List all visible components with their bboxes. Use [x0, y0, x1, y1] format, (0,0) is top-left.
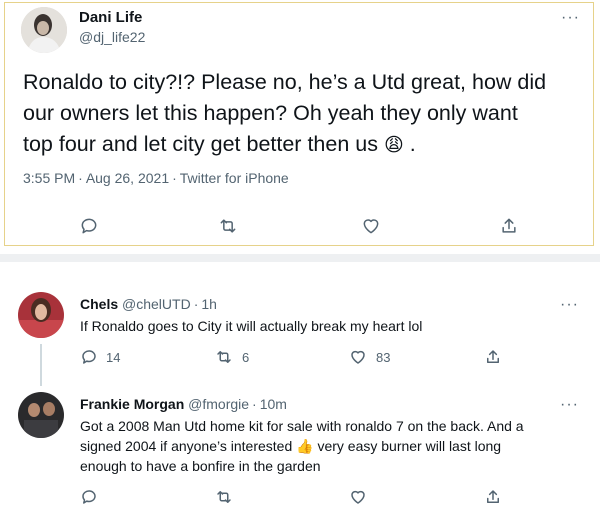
like-button[interactable]: [348, 488, 368, 506]
tweet-text-line-last: top four and let city get better then us…: [23, 129, 583, 161]
thread-line: [40, 344, 42, 386]
tweet-text-line: our owners let this happen? Oh yeah they…: [23, 101, 518, 125]
meta-separator: ·: [193, 296, 199, 312]
meta-separator: ·: [78, 170, 83, 186]
reply-time[interactable]: 10m: [260, 396, 287, 412]
reply-text-line: Got a 2008 Man Utd home kit for sale wit…: [80, 418, 524, 434]
reply-author-row: Frankie Morgan @fmorgie · 10m: [80, 396, 287, 412]
like-icon: [363, 219, 379, 234]
tweet-text-line: top four and let city get better then us: [23, 132, 378, 156]
reply-button[interactable]: [79, 216, 99, 236]
author-handle[interactable]: @dj_life22: [79, 29, 145, 45]
more-options-icon[interactable]: ···: [560, 397, 579, 413]
reply-text-part: very easy burner will last long: [317, 438, 502, 454]
main-tweet: Dani Life @dj_life22 ··· Ronaldo to city…: [4, 2, 594, 246]
reply-time[interactable]: 1h: [201, 296, 217, 312]
reply-author-row: Chels @chelUTD · 1h: [80, 296, 217, 312]
reply-text-part: signed 2004 if anyone’s interested: [80, 438, 293, 454]
reply-icon: [82, 490, 96, 504]
tweet-date[interactable]: Aug 26, 2021: [86, 170, 169, 186]
tweet-text: Ronaldo to city?!? Please no, he’s a Utd…: [23, 67, 583, 161]
retweet-button[interactable]: 6: [214, 348, 249, 366]
section-divider: [0, 254, 600, 262]
share-icon: [487, 490, 499, 503]
tweet-meta: 3:55 PM · Aug 26, 2021 · Twitter for iPhone: [23, 170, 289, 186]
reply-text: If Ronaldo goes to City it will actually…: [80, 318, 423, 334]
share-icon: [487, 350, 499, 363]
reply-author-name[interactable]: Chels: [80, 296, 118, 312]
tweet-source[interactable]: Twitter for iPhone: [180, 170, 289, 186]
like-button[interactable]: 83: [348, 348, 390, 366]
reply-author-name[interactable]: Frankie Morgan: [80, 396, 184, 412]
more-options-icon[interactable]: ···: [561, 10, 580, 26]
like-icon: [351, 350, 365, 364]
tweet-time[interactable]: 3:55 PM: [23, 170, 75, 186]
reply-button[interactable]: 14: [80, 348, 120, 366]
share-button[interactable]: [484, 487, 502, 507]
avatar[interactable]: [18, 292, 64, 338]
meta-separator: ·: [172, 170, 177, 186]
reply-author-handle[interactable]: @fmorgie: [188, 396, 249, 412]
avatar[interactable]: [21, 7, 67, 53]
tweet-text-line: Ronaldo to city?!? Please no, he’s a Utd…: [23, 70, 547, 94]
reply-text-line-with-emoji: signed 2004 if anyone’s interested 👍 ver…: [80, 436, 585, 456]
reply-icon: [82, 350, 96, 364]
tweet-text-end: .: [409, 132, 416, 156]
avatar[interactable]: [18, 392, 64, 438]
reply-author-handle[interactable]: @chelUTD: [122, 296, 191, 312]
retweet-button[interactable]: [214, 488, 234, 506]
retweet-icon: [217, 351, 231, 363]
like-icon: [351, 490, 365, 504]
reply-count: 14: [106, 349, 121, 365]
more-options-icon[interactable]: ···: [560, 297, 579, 313]
reply-text: Got a 2008 Man Utd home kit for sale wit…: [80, 416, 585, 476]
retweet-icon: [220, 219, 236, 233]
like-button[interactable]: [360, 216, 382, 236]
reply-icon: [81, 218, 97, 234]
share-button[interactable]: [499, 215, 519, 237]
author-name[interactable]: Dani Life: [79, 9, 142, 26]
retweet-icon: [217, 491, 231, 503]
weary-face-emoji: 😩: [383, 135, 404, 156]
reply-text-line: enough to have a bonfire in the garden: [80, 458, 321, 474]
meta-separator: ·: [252, 396, 257, 412]
retweet-count: 6: [242, 349, 250, 365]
like-count: 83: [376, 349, 391, 365]
share-button[interactable]: [484, 347, 502, 367]
share-icon: [502, 218, 516, 233]
retweet-button[interactable]: [217, 216, 239, 236]
reply-button[interactable]: [80, 488, 98, 506]
thumbs-up-emoji: 👍: [296, 438, 314, 454]
